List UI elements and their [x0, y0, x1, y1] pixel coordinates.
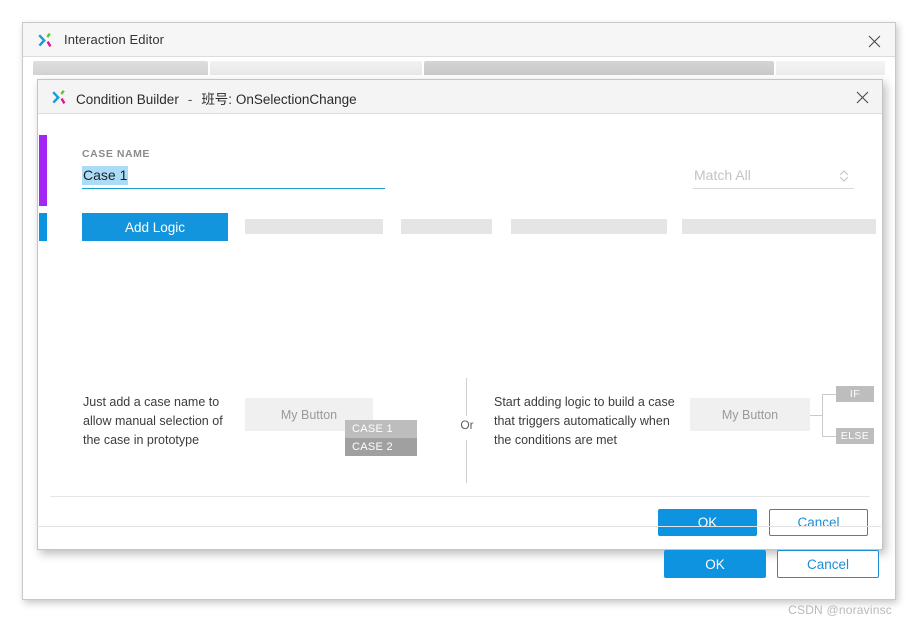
- manual-case-description: Just add a case name to allow manual sel…: [83, 395, 223, 447]
- screen-root: Interaction Editor Condition Builder - 班…: [0, 0, 910, 620]
- condition-builder-title-subject: 班号: OnSelectionChange: [201, 92, 357, 107]
- add-logic-button[interactable]: Add Logic: [82, 213, 228, 241]
- interaction-editor-window: Interaction Editor Condition Builder - 班…: [22, 22, 896, 600]
- add-logic-accent-bar: [39, 213, 47, 241]
- title-separator: -: [187, 92, 193, 107]
- condition-builder-cancel-button[interactable]: Cancel: [769, 509, 868, 536]
- illustration-case-option: CASE 2: [345, 438, 417, 456]
- close-icon[interactable]: [859, 29, 889, 53]
- interaction-editor-titlebar: Interaction Editor: [23, 23, 895, 57]
- branch-connector-line: [810, 415, 822, 416]
- logic-placeholder-bar: [511, 219, 667, 234]
- close-icon[interactable]: [847, 85, 877, 109]
- illustration-case-option: CASE 1: [345, 420, 417, 438]
- condition-builder-titlebar: Condition Builder - 班号: OnSelectionChange: [38, 80, 882, 114]
- tab-segment[interactable]: [424, 61, 774, 75]
- or-label: Or: [460, 418, 474, 432]
- axure-x-logo-icon: [51, 89, 68, 106]
- logic-placeholder-bar: [245, 219, 383, 234]
- logic-placeholder-bar: [682, 219, 876, 234]
- divider-line: [466, 440, 467, 483]
- background-tab-strip: [33, 61, 885, 75]
- watermark: CSDN @noravinsc: [788, 603, 892, 617]
- branch-tag-if: IF: [836, 386, 874, 402]
- interaction-editor-title: Interaction Editor: [64, 32, 165, 47]
- interaction-editor-ok-button[interactable]: OK: [664, 550, 766, 578]
- condition-builder-ok-button[interactable]: OK: [658, 509, 757, 536]
- divider-line: [466, 378, 467, 416]
- empty-state-explainer: Just add a case name to allow manual sel…: [38, 376, 882, 486]
- case-name-label: CASE NAME: [82, 148, 150, 160]
- interaction-editor-cancel-button[interactable]: Cancel: [777, 550, 879, 578]
- match-type-value: Match All: [694, 167, 751, 183]
- interaction-editor-footer-actions: OK Cancel: [664, 550, 879, 578]
- tab-segment[interactable]: [210, 61, 422, 75]
- case-name-accent-bar: [39, 135, 47, 206]
- or-divider: Or: [452, 378, 482, 483]
- branch-connector-line: [822, 394, 836, 395]
- match-type-select[interactable]: Match All: [693, 165, 854, 189]
- logic-case-description: Start adding logic to build a case that …: [494, 395, 675, 447]
- tab-segment[interactable]: [776, 61, 885, 75]
- case-name-input[interactable]: Case 1: [82, 165, 385, 189]
- condition-builder-title: Condition Builder - 班号: OnSelectionChange: [76, 88, 357, 108]
- logic-placeholder-bar: [401, 219, 492, 234]
- dialog-footer-divider: [50, 496, 870, 497]
- condition-builder-dialog: Condition Builder - 班号: OnSelectionChange …: [37, 79, 883, 550]
- condition-builder-title-main: Condition Builder: [76, 92, 179, 107]
- axure-x-logo-icon: [37, 32, 54, 49]
- logic-case-illustration-button: My Button: [690, 398, 810, 431]
- condition-builder-footer-actions: OK Cancel: [658, 509, 868, 536]
- branch-tag-else: ELSE: [836, 428, 874, 444]
- branch-connector-line: [822, 436, 836, 437]
- editor-footer-divider: [37, 526, 881, 527]
- case-name-input-value[interactable]: Case 1: [82, 166, 129, 185]
- chevron-up-down-icon[interactable]: [838, 168, 850, 184]
- branch-connector-line: [822, 394, 823, 437]
- if-else-branch-illustration: IF ELSE: [810, 386, 874, 444]
- tab-segment[interactable]: [33, 61, 208, 75]
